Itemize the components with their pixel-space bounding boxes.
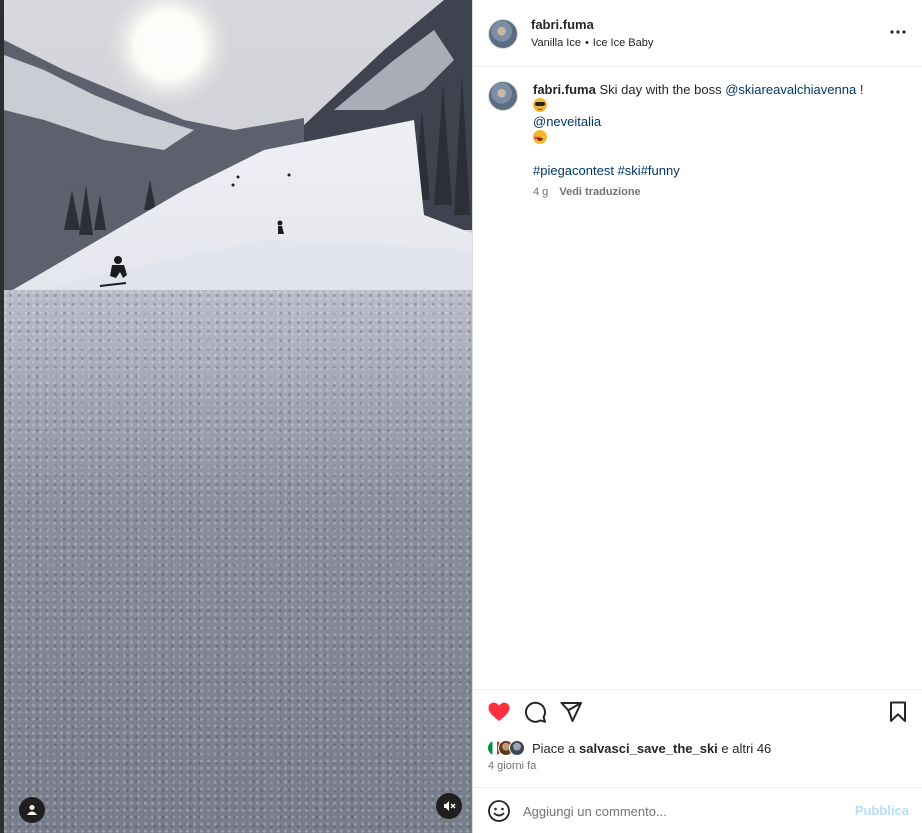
hashtag-link[interactable]: #funny (641, 163, 680, 178)
comment-input[interactable] (523, 800, 843, 822)
author-username[interactable]: fabri.fuma (531, 17, 594, 32)
mention-link-2[interactable]: @neveitalia (533, 114, 601, 129)
audio-track: Ice Ice Baby (592, 37, 654, 49)
post-timestamp: 4 giorni fa (488, 760, 537, 772)
save-button[interactable] (886, 700, 910, 724)
share-button[interactable] (559, 700, 583, 724)
audio-muted-icon (444, 801, 456, 811)
hashtag-link[interactable]: #piegacontest (533, 163, 614, 178)
snow-texture (4, 290, 473, 833)
liker-avatar (509, 740, 525, 756)
likes-user[interactable]: salvasci_save_the_ski (579, 741, 718, 756)
post-header: fabri.fuma Vanilla Ice • Ice Ice Baby (473, 0, 922, 67)
comment-button[interactable] (523, 700, 547, 724)
post-details-panel: fabri.fuma Vanilla Ice • Ice Ice Baby fabr… (473, 0, 922, 833)
emoji-smile-icon[interactable] (487, 799, 511, 823)
bookmark-icon (890, 701, 906, 722)
more-options-icon[interactable] (890, 24, 906, 40)
caption-text-end: ! (859, 82, 864, 97)
sunglasses-emoji-icon (533, 98, 547, 112)
caption-age: 4 g (533, 186, 549, 198)
likes-summary[interactable]: Piace a salvasci_save_the_ski e altri 46 (487, 738, 771, 758)
audio-separator: • (584, 37, 589, 49)
likes-text: Piace a salvasci_save_the_ski e altri 46 (532, 741, 771, 756)
user-tag-icon (27, 805, 37, 815)
caption-body: fabri.fuma Ski day with the boss @skiare… (533, 82, 903, 200)
audio-artist: Vanilla Ice (531, 37, 581, 49)
user-tag-button[interactable] (19, 797, 45, 823)
comment-icon (524, 701, 546, 723)
caption-author-avatar[interactable] (488, 81, 518, 111)
likes-suffix[interactable]: e altri 46 (721, 741, 771, 756)
caption-text: Ski day with the boss (599, 82, 722, 97)
action-bar (473, 697, 922, 727)
paper-plane-icon (560, 702, 582, 722)
like-button[interactable] (487, 700, 511, 724)
author-avatar[interactable] (488, 19, 518, 49)
caption-username[interactable]: fabri.fuma (533, 82, 596, 97)
mention-link[interactable]: @skiareavalchiavenna (725, 82, 856, 97)
caption-meta: 4 g Vedi traduzione (533, 184, 903, 200)
audio-info[interactable]: Vanilla Ice • Ice Ice Baby (531, 37, 653, 49)
mute-button[interactable] (436, 793, 462, 819)
see-translation-button[interactable]: Vedi traduzione (559, 186, 640, 198)
post-video[interactable] (0, 0, 473, 833)
heart-icon (488, 702, 510, 721)
comment-bar: Pubblica (473, 787, 922, 833)
hashtag-link[interactable]: #ski (618, 163, 641, 178)
likes-prefix: Piace a (532, 740, 576, 756)
heart-eyes-emoji-icon (533, 130, 547, 147)
publish-button[interactable]: Pubblica (855, 803, 909, 818)
actions-divider (473, 689, 922, 690)
